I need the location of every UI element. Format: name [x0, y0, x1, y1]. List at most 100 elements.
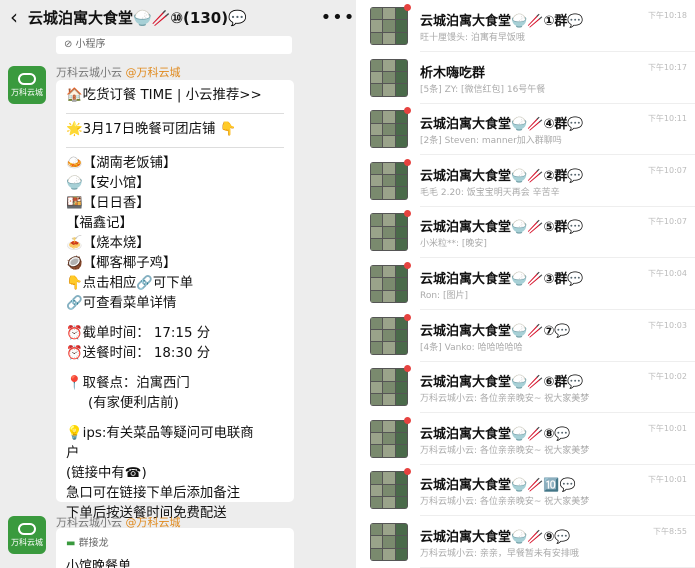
last-message: [4条] Vanko: 哈哈哈哈哈: [420, 342, 523, 353]
chat-list-item[interactable]: 云城泊寓大食堂🍚🥢①群💬 旺十厘馒头: 泊寓有早饭哦 下午10:18: [362, 0, 695, 52]
chat-list-item[interactable]: 析木嗨吃群 [5条] ZY: [微信红包] 16号午餐 下午10:17: [362, 52, 695, 104]
chat-list-item[interactable]: 云城泊寓大食堂🍚🥢③群💬 Ron: [图片] 下午10:04: [362, 258, 695, 310]
unread-dot-icon: [404, 107, 411, 115]
chat-name: 云城泊寓大食堂🍚🥢③群💬: [420, 272, 584, 287]
message-line: ⏰送餐时间： 18:30 分: [66, 346, 211, 361]
message-bubble[interactable]: 🏠吃货订餐 TIME | 小云推荐>> 🌟3月17日晚餐可团店铺 👇 🍛【湖南老…: [56, 80, 294, 521]
unread-dot-icon: [404, 365, 411, 373]
message-time: 下午10:03: [647, 320, 687, 330]
last-message: [5条] ZY: [微信红包] 16号午餐: [420, 84, 546, 95]
group-avatar: [370, 523, 408, 561]
jielong-icon: ▬: [66, 538, 76, 549]
message-line: 🍚【安小馆】: [66, 176, 150, 191]
chat-list-item[interactable]: 云城泊寓大食堂🍚🥢⑨💬 万科云城小云: 亲亲，早餐暂未有安排哦 下午8:55: [362, 516, 695, 568]
message-line: 🥥【椰客椰子鸡】: [66, 256, 177, 271]
divider: [66, 140, 284, 148]
chat-list-item[interactable]: 云城泊寓大食堂🍚🥢⑤群💬 小米粒**: [晚安] 下午10:07: [362, 206, 695, 259]
avatar[interactable]: 万科云城: [8, 516, 46, 554]
last-message: 万科云城小云: 亲亲，早餐暂未有安排哦: [420, 549, 579, 559]
message-time: 下午10:01: [647, 423, 687, 433]
last-message: Ron: [图片]: [420, 291, 468, 301]
group-avatar: [370, 7, 408, 45]
jielong-header: ▬ 群接龙: [66, 534, 284, 549]
mini-program-card[interactable]: ⊘ 小程序: [56, 36, 292, 54]
group-avatar: [370, 265, 408, 303]
back-arrow-icon[interactable]: ‹: [0, 5, 28, 29]
last-message: 万科云城小云: 各位亲亲晚安~ 祝大家美梦: [420, 394, 590, 405]
chat-list-item[interactable]: 云城泊寓大食堂🍚🥢⑦💬 [4条] Vanko: 哈哈哈哈哈 下午10:03: [362, 310, 695, 362]
sender-tag: @万科云城: [125, 66, 181, 79]
chat-name: 析木嗨吃群: [420, 65, 486, 81]
last-message: 万科云城小云: 各位亲亲晚安~ 祝大家美梦: [420, 497, 590, 508]
unread-dot-icon: [404, 262, 411, 269]
group-avatar: [370, 368, 408, 407]
group-avatar: [370, 58, 408, 97]
message-line: 急口可在链接下单后添加备注: [66, 486, 241, 501]
logo-icon: [18, 72, 36, 85]
chat-name: 云城泊寓大食堂🍚🥢④群💬: [420, 117, 584, 133]
group-avatar: [370, 316, 408, 355]
group-avatar: [370, 419, 408, 458]
message-line: (有家便利店前): [88, 396, 179, 411]
divider: [66, 106, 284, 114]
logo-icon: [18, 522, 36, 535]
chat-name: 云城泊寓大食堂🍚🥢⑤群💬: [420, 220, 584, 236]
unread-dot-icon: [404, 313, 411, 321]
last-message: 小米粒**: [晚安]: [420, 239, 487, 250]
avatar-label: 万科云城: [11, 87, 43, 97]
message-line: 🏠吃货订餐 TIME | 小云推荐>>: [66, 88, 262, 103]
message-line: 🍛【湖南老饭铺】: [66, 156, 177, 171]
more-options-icon[interactable]: •••: [320, 7, 356, 28]
avatar[interactable]: 万科云城: [8, 66, 46, 104]
message-time: 下午10:18: [647, 11, 687, 20]
unread-dot-icon: [404, 416, 411, 424]
group-avatar: [370, 471, 408, 510]
message-time: 下午10:17: [647, 62, 687, 72]
message-line: 👇点击相应🔗可下单: [66, 276, 194, 291]
chat-list-item[interactable]: 云城泊寓大食堂🍚🥢🔟💬 万科云城小云: 各位亲亲晚安~ 祝大家美梦 下午10:01: [362, 464, 695, 517]
unread-dot-icon: [404, 468, 411, 476]
unread-dot-icon: [404, 4, 411, 11]
chat-name: 云城泊寓大食堂🍚🥢①群💬: [420, 14, 584, 29]
message-line: 📍取餐点：泊寓西门: [66, 376, 190, 391]
unread-dot-icon: [404, 158, 411, 166]
last-message: 旺十厘馒头: 泊寓有早饭哦: [420, 33, 525, 43]
chat-name: 云城泊寓大食堂🍚🥢②群💬: [420, 168, 584, 184]
message-line: 🌟3月17日晚餐可团店铺 👇: [66, 122, 237, 137]
chat-list-item[interactable]: 云城泊寓大食堂🍚🥢②群💬 毛毛 2.20: 饭宝宝明天再会 辛苦辛 下午10:07: [362, 155, 695, 207]
message-line: 【福鑫记】: [66, 216, 133, 231]
chat-list-item[interactable]: 云城泊寓大食堂🍚🥢⑧💬 万科云城小云: 各位亲亲晚安~ 祝大家美梦 下午10:01: [362, 413, 695, 465]
group-avatar: [370, 110, 408, 149]
chat-name: 云城泊寓大食堂🍚🥢⑥群💬: [420, 375, 584, 391]
message-line: 户: [66, 446, 80, 461]
message-time: 下午10:07: [647, 217, 687, 227]
chat-panel: ‹ 云城泊寓大食堂🍚🥢⑩(130)💬 ••• ⊘ 小程序 万科云城小云 @万科云…: [0, 0, 356, 568]
chat-name: 云城泊寓大食堂🍚🥢🔟💬: [420, 478, 576, 494]
last-message: 毛毛 2.20: 饭宝宝明天再会 辛苦辛: [420, 187, 560, 198]
sender-name: 万科云城小云: [56, 66, 122, 79]
message-line: 💡ips:有关菜品等疑问可电联商: [66, 426, 254, 441]
message-sender: 万科云城小云 @万科云城: [56, 64, 181, 80]
chat-list: 云城泊寓大食堂🍚🥢①群💬 旺十厘馒头: 泊寓有早饭哦 下午10:18 析木嗨吃群 [5条…: [362, 0, 695, 568]
group-avatar: [370, 213, 408, 252]
chat-title: 云城泊寓大食堂🍚🥢⑩(130)💬: [28, 8, 247, 27]
last-message: 万科云城小云: 各位亲亲晚安~ 祝大家美梦: [420, 445, 590, 456]
message-line: 🍱【日日香】: [66, 196, 150, 211]
chat-header: ‹ 云城泊寓大食堂🍚🥢⑩(130)💬 •••: [0, 0, 356, 34]
message-line: ⏰截单时间： 17:15 分: [66, 326, 211, 341]
chat-name: 云城泊寓大食堂🍚🥢⑨💬: [420, 530, 571, 545]
message-line: (链接中有☎): [66, 466, 147, 481]
message-time: 下午8:55: [653, 527, 687, 536]
group-avatar: [370, 161, 408, 200]
unread-dot-icon: [404, 210, 411, 218]
chat-list-item[interactable]: 云城泊寓大食堂🍚🥢④群💬 [2条] Steven: manner加入群聊吗 下午10…: [362, 103, 695, 156]
avatar-label: 万科云城: [11, 537, 43, 547]
message-time: 下午10:02: [647, 372, 687, 382]
chat-name: 云城泊寓大食堂🍚🥢⑦💬: [420, 323, 571, 339]
message-time: 下午10:11: [647, 114, 687, 124]
message-time: 下午10:01: [647, 475, 687, 485]
jielong-card[interactable]: ▬ 群接龙 小馆晚餐单: [56, 528, 294, 568]
jielong-label: 群接龙: [78, 538, 109, 549]
last-message: [2条] Steven: manner加入群聊吗: [420, 136, 562, 147]
chat-list-item[interactable]: 云城泊寓大食堂🍚🥢⑥群💬 万科云城小云: 各位亲亲晚安~ 祝大家美梦 下午10:02: [362, 361, 695, 414]
